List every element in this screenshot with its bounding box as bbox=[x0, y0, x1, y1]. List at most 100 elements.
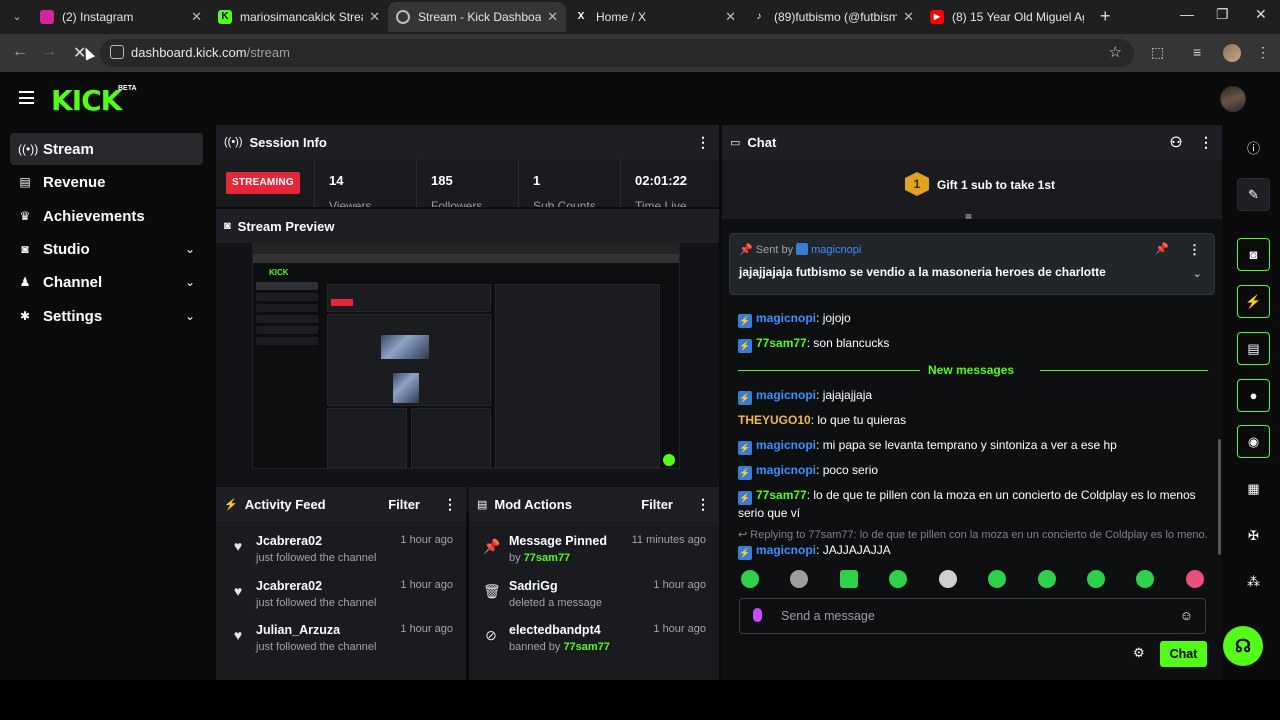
chat-message[interactable]: THEYUGO10: lo que tu quieras bbox=[738, 412, 1208, 428]
chat-scrollbar[interactable] bbox=[1218, 439, 1221, 555]
bolt-icon[interactable]: ⚡ bbox=[1237, 285, 1270, 318]
sidebar-item-revenue[interactable]: ▤ Revenue bbox=[10, 166, 203, 198]
chevron-down-icon[interactable]: ⌄ bbox=[1193, 267, 1202, 280]
browser-tab[interactable]: K mariosimancakick Stream ✕ bbox=[210, 2, 388, 32]
microphone-icon[interactable] bbox=[753, 608, 762, 622]
camera-icon[interactable]: ◙ bbox=[1237, 238, 1270, 271]
emote-icon[interactable] bbox=[790, 570, 808, 588]
more-options-icon[interactable]: ⋮ bbox=[693, 134, 713, 151]
preview-mini-video bbox=[381, 335, 429, 359]
edit-icon[interactable]: ✎ bbox=[1237, 178, 1270, 211]
send-chat-button[interactable]: Chat bbox=[1160, 641, 1207, 667]
hamburger-menu-icon[interactable] bbox=[19, 91, 34, 104]
stream-preview-thumbnail[interactable]: KICK bbox=[252, 243, 680, 469]
user-settings-icon[interactable]: ⚇ bbox=[1166, 134, 1186, 151]
pinned-message[interactable]: 📌 Sent by magicnopi jajajjajaja futbismo… bbox=[729, 233, 1215, 295]
emote-icon[interactable] bbox=[1186, 570, 1204, 588]
close-icon[interactable]: ✕ bbox=[191, 9, 202, 25]
back-icon[interactable]: ← bbox=[12, 43, 28, 61]
reply-preview[interactable]: ↩ Replying to 77sam77: lo de que te pill… bbox=[738, 528, 1208, 541]
emote-icon[interactable] bbox=[939, 570, 957, 588]
preview-mini-sidebar bbox=[253, 279, 321, 468]
browser-menu-icon[interactable]: ⋮ bbox=[1256, 44, 1270, 61]
chat-message[interactable]: ⚡ magicnopi: jojojo bbox=[738, 310, 1208, 328]
activity-item[interactable]: ♥ Jcabrera02 just followed the channel 1… bbox=[216, 577, 466, 621]
chat-message[interactable]: ⚡ magicnopi: mi papa se levanta temprano … bbox=[738, 437, 1208, 455]
sidebar-item-achievements[interactable]: ♛ Achievements bbox=[10, 200, 203, 232]
emote-icon[interactable] bbox=[889, 570, 907, 588]
browser-tab[interactable]: (2) Instagram ✕ bbox=[32, 2, 210, 32]
trash-icon: 🗑 bbox=[483, 583, 501, 599]
unpin-icon[interactable]: 📌 bbox=[1155, 242, 1169, 255]
close-icon[interactable]: ✕ bbox=[369, 9, 380, 25]
browser-tab[interactable]: X Home / X ✕ bbox=[566, 2, 744, 32]
new-tab-button[interactable]: + bbox=[1100, 6, 1111, 27]
close-icon[interactable]: ✕ bbox=[547, 9, 558, 25]
emote-icon[interactable] bbox=[741, 570, 759, 588]
sidebar-item-studio[interactable]: ◙ Studio ⌄ bbox=[10, 233, 203, 265]
kick-badge-icon: ⚡ bbox=[738, 466, 752, 480]
restore-icon[interactable]: ❐ bbox=[1216, 6, 1229, 23]
chat-message[interactable]: ⚡ 77sam77: lo de que te pillen con la moz… bbox=[738, 487, 1208, 521]
user-avatar[interactable] bbox=[1220, 86, 1246, 112]
minimize-icon[interactable]: — bbox=[1180, 6, 1194, 22]
mod-action-item[interactable]: ⊘ electedbandpt4 banned by 77sam77 1 hou… bbox=[469, 621, 719, 665]
more-options-icon[interactable]: ⋮ bbox=[1196, 134, 1216, 151]
emote-icon[interactable] bbox=[840, 570, 858, 588]
close-icon[interactable]: ✕ bbox=[903, 9, 914, 25]
tiktok-icon: ♪ bbox=[756, 11, 762, 22]
mod-action-item[interactable]: 🗑 SadriGg deleted a message 1 hour ago bbox=[469, 577, 719, 621]
close-icon[interactable]: ✕ bbox=[725, 9, 736, 25]
forward-icon[interactable]: → bbox=[41, 43, 57, 61]
more-options-icon[interactable]: ⋮ bbox=[440, 496, 460, 513]
info-icon[interactable]: ⓘ bbox=[1237, 132, 1270, 165]
address-bar[interactable]: dashboard.kick.com/stream ☆ bbox=[100, 39, 1134, 67]
taskbar-area bbox=[0, 680, 1280, 720]
browser-profile-avatar[interactable] bbox=[1223, 44, 1241, 62]
x-logo-icon: X bbox=[577, 11, 585, 22]
kick-logo[interactable]: KICK bbox=[51, 84, 122, 117]
emote-icon[interactable] bbox=[1136, 570, 1154, 588]
activity-item[interactable]: ♥ Jcabrera02 just followed the channel 1… bbox=[216, 532, 466, 576]
subs-stat: 1 Sub Counts bbox=[518, 159, 620, 207]
sidebar-item-settings[interactable]: ✱ Settings ⌄ bbox=[10, 300, 203, 332]
bookmark-star-icon[interactable]: ☆ bbox=[1109, 43, 1122, 61]
help-headset-button[interactable]: ☊ bbox=[1223, 626, 1263, 666]
extensions-icon[interactable]: ⬚ bbox=[1151, 44, 1164, 61]
browser-tab[interactable]: ♪ (89)futbismo (@futbismo) ✕ bbox=[744, 2, 922, 32]
activity-item[interactable]: ♥ Julian_Arzuza just followed the channe… bbox=[216, 621, 466, 665]
mod-filter-button[interactable]: Filter bbox=[641, 497, 673, 512]
broadcast-icon[interactable]: ◉ bbox=[1237, 425, 1270, 458]
chat-message[interactable]: ⚡ magicnopi: poco serio bbox=[738, 462, 1208, 480]
more-options-icon[interactable]: ⋮ bbox=[693, 496, 713, 513]
sidebar-item-channel[interactable]: ♟ Channel ⌄ bbox=[10, 266, 203, 298]
chat-input[interactable]: Send a message ☺ bbox=[739, 598, 1206, 634]
browser-tab[interactable]: ▶ (8) 15 Year Old Miguel Ag bbox=[922, 2, 1092, 32]
activity-filter-button[interactable]: Filter bbox=[388, 497, 420, 512]
pinned-options-icon[interactable]: ⋮ bbox=[1188, 242, 1201, 258]
notes-icon[interactable]: ▤ bbox=[1237, 332, 1270, 365]
stream-preview-area[interactable]: KICK bbox=[216, 243, 719, 513]
chat-settings-gear-icon[interactable]: ⚙ bbox=[1133, 645, 1145, 661]
trophy-icon: ♛ bbox=[19, 209, 31, 223]
wrench-icon[interactable]: ✠ bbox=[1237, 519, 1270, 552]
close-window-icon[interactable]: ✕ bbox=[1255, 6, 1267, 23]
mod-actions-header: ▤ Mod Actions Filter ⋮ bbox=[469, 487, 719, 521]
nodes-icon[interactable]: ⁂ bbox=[1237, 565, 1270, 598]
site-info-icon[interactable] bbox=[110, 45, 124, 59]
sidebar-item-stream[interactable]: ((•)) Stream bbox=[10, 133, 203, 165]
chat-bubble-icon[interactable]: ● bbox=[1237, 379, 1270, 412]
emote-icon[interactable] bbox=[1087, 570, 1105, 588]
emoji-icon[interactable]: ☺ bbox=[1180, 608, 1193, 623]
kick-badge-icon: ⚡ bbox=[738, 391, 752, 405]
mod-action-item[interactable]: 📌 Message Pinned by 77sam77 11 minutes a… bbox=[469, 532, 719, 576]
emote-icon[interactable] bbox=[1038, 570, 1056, 588]
chat-message[interactable]: ⚡ magicnopi: jajajajjaja bbox=[738, 387, 1208, 405]
browser-tab-active[interactable]: Stream - Kick Dashboard ✕ bbox=[388, 2, 566, 32]
chat-message[interactable]: ⚡ 77sam77: son blancucks bbox=[738, 335, 1208, 353]
media-icon[interactable]: ≡ bbox=[1193, 44, 1201, 60]
emote-icon[interactable] bbox=[988, 570, 1006, 588]
layout-icon[interactable]: ▦ bbox=[1237, 472, 1270, 505]
tab-search-icon[interactable]: ⌄ bbox=[8, 8, 26, 26]
chat-message[interactable]: ⚡ magicnopi: JAJJAJAJJA bbox=[738, 542, 1208, 560]
